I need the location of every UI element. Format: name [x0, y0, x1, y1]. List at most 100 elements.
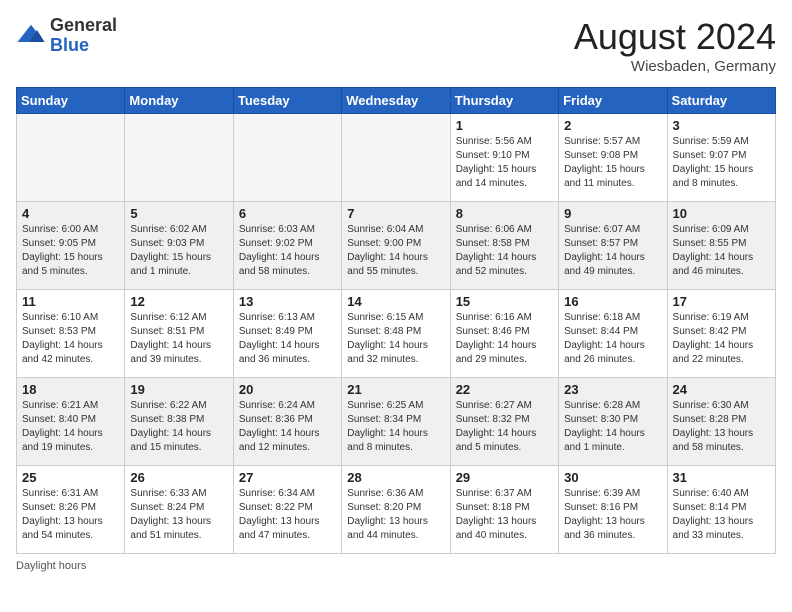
header-row: SundayMondayTuesdayWednesdayThursdayFrid… [17, 88, 776, 114]
calendar-cell: 19Sunrise: 6:22 AMSunset: 8:38 PMDayligh… [125, 378, 233, 466]
day-info: Sunrise: 6:06 AMSunset: 8:58 PMDaylight:… [456, 223, 553, 279]
calendar-cell: 11Sunrise: 6:10 AMSunset: 8:53 PMDayligh… [17, 290, 125, 378]
day-number: 31 [673, 470, 770, 485]
day-number: 2 [564, 118, 661, 133]
day-info: Sunrise: 6:10 AMSunset: 8:53 PMDaylight:… [22, 311, 119, 367]
title-block: August 2024 Wiesbaden, Germany [574, 16, 776, 75]
day-number: 13 [239, 294, 336, 309]
location: Wiesbaden, Germany [574, 58, 776, 75]
week-row-3: 11Sunrise: 6:10 AMSunset: 8:53 PMDayligh… [17, 290, 776, 378]
day-info: Sunrise: 6:19 AMSunset: 8:42 PMDaylight:… [673, 311, 770, 367]
day-info: Sunrise: 6:02 AMSunset: 9:03 PMDaylight:… [130, 223, 227, 279]
day-info: Sunrise: 6:33 AMSunset: 8:24 PMDaylight:… [130, 487, 227, 543]
logo-icon [16, 21, 46, 51]
calendar-cell: 17Sunrise: 6:19 AMSunset: 8:42 PMDayligh… [667, 290, 775, 378]
calendar-cell: 12Sunrise: 6:12 AMSunset: 8:51 PMDayligh… [125, 290, 233, 378]
header-cell-monday: Monday [125, 88, 233, 114]
calendar-cell: 6 Sunrise: 6:03 AMSunset: 9:02 PMDaylight… [233, 202, 341, 290]
calendar-cell: 28Sunrise: 6:36 AMSunset: 8:20 PMDayligh… [342, 466, 450, 554]
day-info: Sunrise: 6:28 AMSunset: 8:30 PMDaylight:… [564, 399, 661, 455]
calendar-cell: 10 Sunrise: 6:09 AMSunset: 8:55 PMDayligh… [667, 202, 775, 290]
day-number: 28 [347, 470, 444, 485]
day-info: Sunrise: 6:03 AMSunset: 9:02 PMDaylight:… [239, 223, 336, 279]
header-cell-sunday: Sunday [17, 88, 125, 114]
calendar-cell: 30 Sunrise: 6:39 AMSunset: 8:16 PMDayligh… [559, 466, 667, 554]
day-info: Sunrise: 6:09 AMSunset: 8:55 PMDaylight:… [673, 223, 770, 279]
calendar-cell: 5 Sunrise: 6:02 AMSunset: 9:03 PMDaylight… [125, 202, 233, 290]
day-info: Sunrise: 5:57 AMSunset: 9:08 PMDaylight:… [564, 135, 661, 191]
day-info: Sunrise: 6:07 AMSunset: 8:57 PMDaylight:… [564, 223, 661, 279]
day-number: 29 [456, 470, 553, 485]
day-info: Sunrise: 6:18 AMSunset: 8:44 PMDaylight:… [564, 311, 661, 367]
day-info: Sunrise: 6:21 AMSunset: 8:40 PMDaylight:… [22, 399, 119, 455]
day-info: Sunrise: 6:24 AMSunset: 8:36 PMDaylight:… [239, 399, 336, 455]
day-number: 20 [239, 382, 336, 397]
day-number: 27 [239, 470, 336, 485]
day-info: Sunrise: 5:59 AMSunset: 9:07 PMDaylight:… [673, 135, 770, 191]
calendar-cell: 27 Sunrise: 6:34 AMSunset: 8:22 PMDayligh… [233, 466, 341, 554]
page-header: General Blue August 2024 Wiesbaden, Germ… [16, 16, 776, 75]
day-number: 18 [22, 382, 119, 397]
calendar-cell: 14 Sunrise: 6:15 AMSunset: 8:48 PMDayligh… [342, 290, 450, 378]
day-number: 21 [347, 382, 444, 397]
day-info: Sunrise: 6:34 AMSunset: 8:22 PMDaylight:… [239, 487, 336, 543]
day-number: 16 [564, 294, 661, 309]
day-number: 14 [347, 294, 444, 309]
week-row-5: 25Sunrise: 6:31 AMSunset: 8:26 PMDayligh… [17, 466, 776, 554]
day-info: Sunrise: 6:40 AMSunset: 8:14 PMDaylight:… [673, 487, 770, 543]
calendar-cell: 9 Sunrise: 6:07 AMSunset: 8:57 PMDaylight… [559, 202, 667, 290]
header-cell-tuesday: Tuesday [233, 88, 341, 114]
header-cell-wednesday: Wednesday [342, 88, 450, 114]
day-number: 26 [130, 470, 227, 485]
calendar-cell: 1Sunrise: 5:56 AMSunset: 9:10 PMDaylight… [450, 114, 558, 202]
logo-general: General [50, 16, 117, 36]
day-info: Sunrise: 6:15 AMSunset: 8:48 PMDaylight:… [347, 311, 444, 367]
day-info: Sunrise: 6:04 AMSunset: 9:00 PMDaylight:… [347, 223, 444, 279]
day-info: Sunrise: 6:39 AMSunset: 8:16 PMDaylight:… [564, 487, 661, 543]
calendar-cell: 25Sunrise: 6:31 AMSunset: 8:26 PMDayligh… [17, 466, 125, 554]
calendar-cell: 2 Sunrise: 5:57 AMSunset: 9:08 PMDaylight… [559, 114, 667, 202]
logo-text: General Blue [50, 16, 117, 56]
day-number: 22 [456, 382, 553, 397]
day-info: Sunrise: 6:27 AMSunset: 8:32 PMDaylight:… [456, 399, 553, 455]
calendar-cell: 7 Sunrise: 6:04 AMSunset: 9:00 PMDaylight… [342, 202, 450, 290]
calendar-cell: 22 Sunrise: 6:27 AMSunset: 8:32 PMDayligh… [450, 378, 558, 466]
day-number: 23 [564, 382, 661, 397]
week-row-1: 1Sunrise: 5:56 AMSunset: 9:10 PMDaylight… [17, 114, 776, 202]
calendar-cell: 24Sunrise: 6:30 AMSunset: 8:28 PMDayligh… [667, 378, 775, 466]
day-info: Sunrise: 6:30 AMSunset: 8:28 PMDaylight:… [673, 399, 770, 455]
calendar-cell: 8Sunrise: 6:06 AMSunset: 8:58 PMDaylight… [450, 202, 558, 290]
day-number: 30 [564, 470, 661, 485]
day-info: Sunrise: 6:16 AMSunset: 8:46 PMDaylight:… [456, 311, 553, 367]
calendar-cell: 4Sunrise: 6:00 AMSunset: 9:05 PMDaylight… [17, 202, 125, 290]
header-cell-friday: Friday [559, 88, 667, 114]
header-cell-thursday: Thursday [450, 88, 558, 114]
calendar-cell: 26 Sunrise: 6:33 AMSunset: 8:24 PMDayligh… [125, 466, 233, 554]
day-info: Sunrise: 6:31 AMSunset: 8:26 PMDaylight:… [22, 487, 119, 543]
day-number: 5 [130, 206, 227, 221]
calendar-cell: 16 Sunrise: 6:18 AMSunset: 8:44 PMDayligh… [559, 290, 667, 378]
day-number: 9 [564, 206, 661, 221]
day-number: 3 [673, 118, 770, 133]
calendar-cell: 23 Sunrise: 6:28 AMSunset: 8:30 PMDayligh… [559, 378, 667, 466]
calendar-cell: 15Sunrise: 6:16 AMSunset: 8:46 PMDayligh… [450, 290, 558, 378]
calendar-cell [125, 114, 233, 202]
day-info: Sunrise: 6:22 AMSunset: 8:38 PMDaylight:… [130, 399, 227, 455]
day-number: 10 [673, 206, 770, 221]
day-number: 7 [347, 206, 444, 221]
day-number: 1 [456, 118, 553, 133]
day-info: Sunrise: 6:00 AMSunset: 9:05 PMDaylight:… [22, 223, 119, 279]
day-number: 12 [130, 294, 227, 309]
calendar-cell: 31 Sunrise: 6:40 AMSunset: 8:14 PMDayligh… [667, 466, 775, 554]
calendar-cell [342, 114, 450, 202]
day-info: Sunrise: 6:13 AMSunset: 8:49 PMDaylight:… [239, 311, 336, 367]
calendar-cell [233, 114, 341, 202]
day-info: Sunrise: 6:25 AMSunset: 8:34 PMDaylight:… [347, 399, 444, 455]
calendar-cell [17, 114, 125, 202]
logo-blue: Blue [50, 36, 117, 56]
calendar-cell: 18 Sunrise: 6:21 AMSunset: 8:40 PMDayligh… [17, 378, 125, 466]
logo: General Blue [16, 16, 117, 56]
calendar-cell: 21 Sunrise: 6:25 AMSunset: 8:34 PMDayligh… [342, 378, 450, 466]
calendar-cell: 3 Sunrise: 5:59 AMSunset: 9:07 PMDaylight… [667, 114, 775, 202]
day-number: 6 [239, 206, 336, 221]
